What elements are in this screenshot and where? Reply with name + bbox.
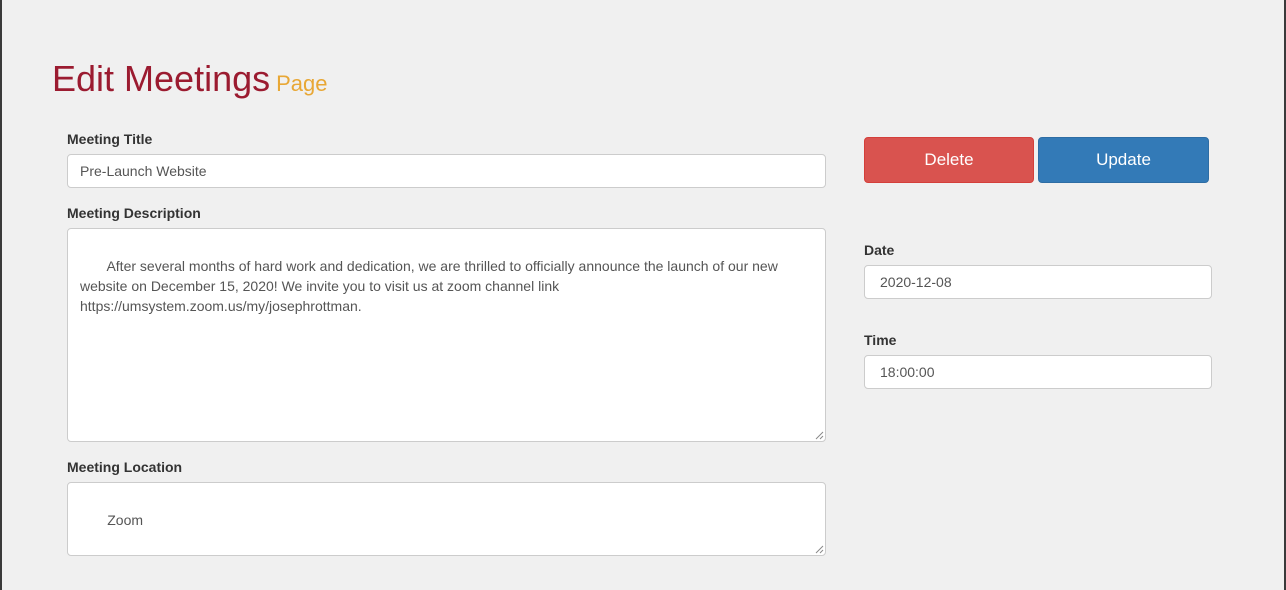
page-title-main: Edit Meetings (52, 58, 271, 99)
time-label: Time (864, 332, 897, 348)
time-input[interactable]: 18:00:00 (864, 355, 1212, 389)
window-left-edge (0, 0, 2, 590)
meeting-location-text: Zoom (87, 512, 144, 528)
meeting-description-text: After several months of hard work and de… (80, 258, 782, 314)
date-input[interactable]: 2020-12-08 (864, 265, 1212, 299)
meeting-description-textarea[interactable]: After several months of hard work and de… (67, 228, 826, 442)
meeting-location-textarea[interactable]: Zoom (67, 482, 826, 556)
resize-grip-icon[interactable] (815, 545, 824, 554)
date-label: Date (864, 242, 895, 258)
resize-grip-icon[interactable] (815, 431, 824, 440)
page-title-sub: Page (276, 71, 328, 96)
page-title: Edit Meetings Page (52, 58, 328, 100)
meeting-title-input[interactable]: Pre-Launch Website (67, 154, 826, 188)
meeting-description-label: Meeting Description (67, 205, 201, 221)
meeting-location-label: Meeting Location (67, 459, 183, 475)
meeting-title-label: Meeting Title (67, 131, 153, 147)
update-button[interactable]: Update (1038, 137, 1209, 183)
delete-button[interactable]: Delete (864, 137, 1034, 183)
